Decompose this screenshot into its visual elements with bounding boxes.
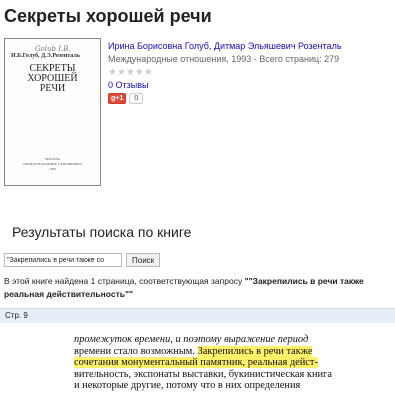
cover-authors: И.Б.Голуб, Д.Э.Розенталь (11, 53, 80, 59)
result-summary-text: В этой книге найдена 1 страница, соответ… (4, 276, 245, 286)
book-title: Секреты хорошей речи (4, 6, 212, 26)
snippet-text: вительность, экспонаты выставки, букинис… (74, 368, 332, 380)
cover-publisher: МОСКВА «МЕЖДУНАРОДНЫЕ ОТНОШЕНИЯ» 1993 (5, 157, 100, 172)
rating-stars: ★★★★★ (108, 67, 153, 78)
search-input[interactable] (4, 253, 122, 267)
book-cover-image[interactable]: Golub I.B. И.Б.Голуб, Д.Э.Розенталь СЕКР… (4, 38, 101, 186)
gplus-widget: g+1 0 (108, 93, 393, 104)
snippet-line: времени стало возможным. Закрепились в р… (74, 345, 395, 358)
cover-signature: Golub I.B. (35, 45, 71, 53)
publication-info: Международные отношения, 1993 - Всего ст… (108, 54, 340, 64)
search-result-summary: В этой книге найдена 1 страница, соответ… (4, 275, 395, 301)
snippet-line: промежуток времени, и поэтому выражение … (74, 334, 395, 346)
search-results-heading: Результаты поиска по книге (12, 224, 192, 240)
book-metadata: Ирина Борисовна Голуб, Дитмар Эльяшевич … (108, 40, 393, 104)
snippet-line: и некоторые другие, потому что в них опр… (74, 380, 395, 392)
search-button[interactable]: Поиск (126, 253, 161, 267)
cover-title: СЕКРЕТЫ ХОРОШЕЙ РЕЧИ (5, 64, 100, 94)
page-number-bar[interactable]: Стр. 9 (0, 308, 395, 323)
gplus-button[interactable]: g+1 (108, 93, 127, 104)
gplus-count: 0 (129, 93, 144, 104)
search-form: Поиск (4, 253, 161, 267)
snippet-line: вительность, экспонаты выставки, букинис… (74, 369, 395, 381)
cover-publisher-line: 1993 (49, 167, 56, 171)
snippet-highlight: сочетания монументальный памятник, реаль… (74, 357, 318, 369)
authors-link[interactable]: Ирина Борисовна Голуб, Дитмар Эльяшевич … (108, 40, 393, 53)
snippet-text: и некоторые другие, потому что в них опр… (74, 380, 301, 392)
reviews-link[interactable]: 0 Отзывы (108, 79, 393, 92)
snippet-text: промежуток времени, и поэтому выражение … (74, 334, 309, 345)
snippet-text: времени стало возможным. (74, 345, 198, 357)
page-label: Стр. 9 (5, 311, 28, 320)
page-snippet-image[interactable]: промежуток времени, и поэтому выражение … (74, 334, 395, 392)
snippet-line: сочетания монументальный памятник, реаль… (74, 357, 395, 369)
cover-title-line: РЕЧИ (39, 83, 66, 94)
snippet-highlight: Закрепились в речи также (197, 345, 313, 357)
